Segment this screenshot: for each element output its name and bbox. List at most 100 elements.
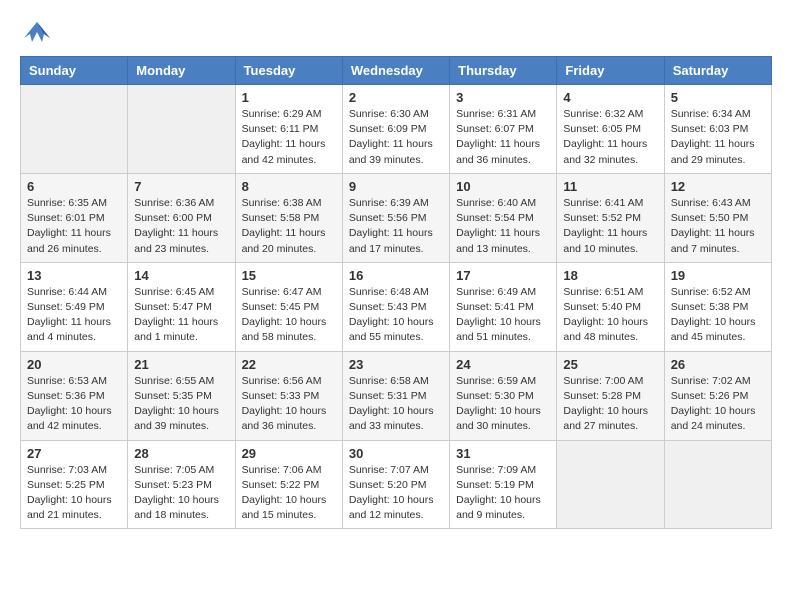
calendar-week-row: 20 Sunrise: 6:53 AM Sunset: 5:36 PM Dayli… [21, 351, 772, 440]
calendar-cell: 13Sunrise: 6:44 AM Sunset: 5:49 PM Dayli… [21, 262, 128, 351]
calendar-cell: 17Sunrise: 6:49 AM Sunset: 5:41 PM Dayli… [450, 262, 557, 351]
day-info: Sunrise: 7:05 AM Sunset: 5:23 PM Dayligh… [134, 463, 228, 524]
day-info: Sunrise: 6:29 AM Sunset: 6:11 PM Dayligh… [242, 107, 336, 168]
day-number: 27 [27, 446, 121, 461]
weekday-header-friday: Friday [557, 57, 664, 85]
calendar-cell: 14 Sunrise: 6:45 AM Sunset: 5:47 PM Dayli… [128, 262, 235, 351]
day-number: 8 [242, 179, 336, 194]
calendar-cell [664, 440, 771, 529]
calendar-cell: 30Sunrise: 7:07 AM Sunset: 5:20 PM Dayli… [342, 440, 449, 529]
calendar-cell: 27 Sunrise: 7:03 AM Sunset: 5:25 PM Dayli… [21, 440, 128, 529]
day-info: Sunrise: 6:45 AM Sunset: 5:47 PM Dayligh… [134, 285, 228, 346]
day-number: 19 [671, 268, 765, 283]
day-info: Sunrise: 7:00 AM Sunset: 5:28 PM Dayligh… [563, 374, 657, 435]
day-info: Sunrise: 6:34 AM Sunset: 6:03 PM Dayligh… [671, 107, 765, 168]
day-info: Sunrise: 6:36 AM Sunset: 6:00 PM Dayligh… [134, 196, 228, 257]
calendar-cell: 6Sunrise: 6:35 AM Sunset: 6:01 PM Daylig… [21, 173, 128, 262]
day-info: Sunrise: 6:59 AM Sunset: 5:30 PM Dayligh… [456, 374, 550, 435]
calendar-cell: 3Sunrise: 6:31 AM Sunset: 6:07 PM Daylig… [450, 85, 557, 174]
calendar-week-row: 13Sunrise: 6:44 AM Sunset: 5:49 PM Dayli… [21, 262, 772, 351]
weekday-header-wednesday: Wednesday [342, 57, 449, 85]
day-info: Sunrise: 6:40 AM Sunset: 5:54 PM Dayligh… [456, 196, 550, 257]
day-info: Sunrise: 6:47 AM Sunset: 5:45 PM Dayligh… [242, 285, 336, 346]
day-number: 4 [563, 90, 657, 105]
day-number: 3 [456, 90, 550, 105]
day-info: Sunrise: 7:07 AM Sunset: 5:20 PM Dayligh… [349, 463, 443, 524]
calendar-cell: 28 Sunrise: 7:05 AM Sunset: 5:23 PM Dayli… [128, 440, 235, 529]
calendar-cell: 22Sunrise: 6:56 AM Sunset: 5:33 PM Dayli… [235, 351, 342, 440]
calendar-table: SundayMondayTuesdayWednesdayThursdayFrid… [20, 56, 772, 529]
calendar-cell [21, 85, 128, 174]
calendar-cell: 29 Sunrise: 7:06 AM Sunset: 5:22 PM Dayli… [235, 440, 342, 529]
day-info: Sunrise: 7:06 AM Sunset: 5:22 PM Dayligh… [242, 463, 336, 524]
calendar-cell: 16 Sunrise: 6:48 AM Sunset: 5:43 PM Dayli… [342, 262, 449, 351]
calendar-cell: 20 Sunrise: 6:53 AM Sunset: 5:36 PM Dayli… [21, 351, 128, 440]
calendar-cell: 10Sunrise: 6:40 AM Sunset: 5:54 PM Dayli… [450, 173, 557, 262]
day-number: 20 [27, 357, 121, 372]
calendar-cell: 11Sunrise: 6:41 AM Sunset: 5:52 PM Dayli… [557, 173, 664, 262]
day-info: Sunrise: 6:56 AM Sunset: 5:33 PM Dayligh… [242, 374, 336, 435]
calendar-cell: 5 Sunrise: 6:34 AM Sunset: 6:03 PM Daylig… [664, 85, 771, 174]
day-info: Sunrise: 6:58 AM Sunset: 5:31 PM Dayligh… [349, 374, 443, 435]
day-info: Sunrise: 7:02 AM Sunset: 5:26 PM Dayligh… [671, 374, 765, 435]
day-info: Sunrise: 6:52 AM Sunset: 5:38 PM Dayligh… [671, 285, 765, 346]
day-number: 31 [456, 446, 550, 461]
day-number: 1 [242, 90, 336, 105]
logo [20, 20, 52, 40]
day-number: 9 [349, 179, 443, 194]
day-number: 2 [349, 90, 443, 105]
calendar-cell: 19 Sunrise: 6:52 AM Sunset: 5:38 PM Dayli… [664, 262, 771, 351]
day-info: Sunrise: 6:30 AM Sunset: 6:09 PM Dayligh… [349, 107, 443, 168]
day-number: 29 [242, 446, 336, 461]
day-info: Sunrise: 6:48 AM Sunset: 5:43 PM Dayligh… [349, 285, 443, 346]
calendar-cell: 23Sunrise: 6:58 AM Sunset: 5:31 PM Dayli… [342, 351, 449, 440]
calendar-cell: 8 Sunrise: 6:38 AM Sunset: 5:58 PM Daylig… [235, 173, 342, 262]
day-number: 17 [456, 268, 550, 283]
day-number: 5 [671, 90, 765, 105]
page-header [20, 20, 772, 40]
day-number: 24 [456, 357, 550, 372]
day-number: 11 [563, 179, 657, 194]
calendar-header-row: SundayMondayTuesdayWednesdayThursdayFrid… [21, 57, 772, 85]
calendar-cell [557, 440, 664, 529]
day-number: 7 [134, 179, 228, 194]
day-info: Sunrise: 6:53 AM Sunset: 5:36 PM Dayligh… [27, 374, 121, 435]
day-number: 26 [671, 357, 765, 372]
logo-bird-icon [22, 20, 52, 44]
day-number: 12 [671, 179, 765, 194]
weekday-header-thursday: Thursday [450, 57, 557, 85]
day-info: Sunrise: 6:32 AM Sunset: 6:05 PM Dayligh… [563, 107, 657, 168]
calendar-cell: 15 Sunrise: 6:47 AM Sunset: 5:45 PM Dayli… [235, 262, 342, 351]
calendar-cell: 1 Sunrise: 6:29 AM Sunset: 6:11 PM Daylig… [235, 85, 342, 174]
weekday-header-tuesday: Tuesday [235, 57, 342, 85]
day-info: Sunrise: 6:43 AM Sunset: 5:50 PM Dayligh… [671, 196, 765, 257]
weekday-header-sunday: Sunday [21, 57, 128, 85]
day-number: 16 [349, 268, 443, 283]
day-number: 25 [563, 357, 657, 372]
day-info: Sunrise: 6:39 AM Sunset: 5:56 PM Dayligh… [349, 196, 443, 257]
calendar-week-row: 1 Sunrise: 6:29 AM Sunset: 6:11 PM Daylig… [21, 85, 772, 174]
day-info: Sunrise: 7:09 AM Sunset: 5:19 PM Dayligh… [456, 463, 550, 524]
day-info: Sunrise: 7:03 AM Sunset: 5:25 PM Dayligh… [27, 463, 121, 524]
calendar-cell: 24 Sunrise: 6:59 AM Sunset: 5:30 PM Dayli… [450, 351, 557, 440]
calendar-cell [128, 85, 235, 174]
day-number: 18 [563, 268, 657, 283]
calendar-week-row: 27 Sunrise: 7:03 AM Sunset: 5:25 PM Dayli… [21, 440, 772, 529]
day-info: Sunrise: 6:35 AM Sunset: 6:01 PM Dayligh… [27, 196, 121, 257]
day-number: 21 [134, 357, 228, 372]
day-info: Sunrise: 6:55 AM Sunset: 5:35 PM Dayligh… [134, 374, 228, 435]
calendar-cell: 26 Sunrise: 7:02 AM Sunset: 5:26 PM Dayli… [664, 351, 771, 440]
day-info: Sunrise: 6:38 AM Sunset: 5:58 PM Dayligh… [242, 196, 336, 257]
weekday-header-monday: Monday [128, 57, 235, 85]
calendar-week-row: 6Sunrise: 6:35 AM Sunset: 6:01 PM Daylig… [21, 173, 772, 262]
day-info: Sunrise: 6:51 AM Sunset: 5:40 PM Dayligh… [563, 285, 657, 346]
calendar-cell: 25 Sunrise: 7:00 AM Sunset: 5:28 PM Dayli… [557, 351, 664, 440]
calendar-cell: 21 Sunrise: 6:55 AM Sunset: 5:35 PM Dayli… [128, 351, 235, 440]
calendar-cell: 2 Sunrise: 6:30 AM Sunset: 6:09 PM Daylig… [342, 85, 449, 174]
calendar-cell: 31 Sunrise: 7:09 AM Sunset: 5:19 PM Dayli… [450, 440, 557, 529]
day-number: 15 [242, 268, 336, 283]
day-number: 28 [134, 446, 228, 461]
day-number: 14 [134, 268, 228, 283]
day-number: 13 [27, 268, 121, 283]
calendar-cell: 18 Sunrise: 6:51 AM Sunset: 5:40 PM Dayli… [557, 262, 664, 351]
